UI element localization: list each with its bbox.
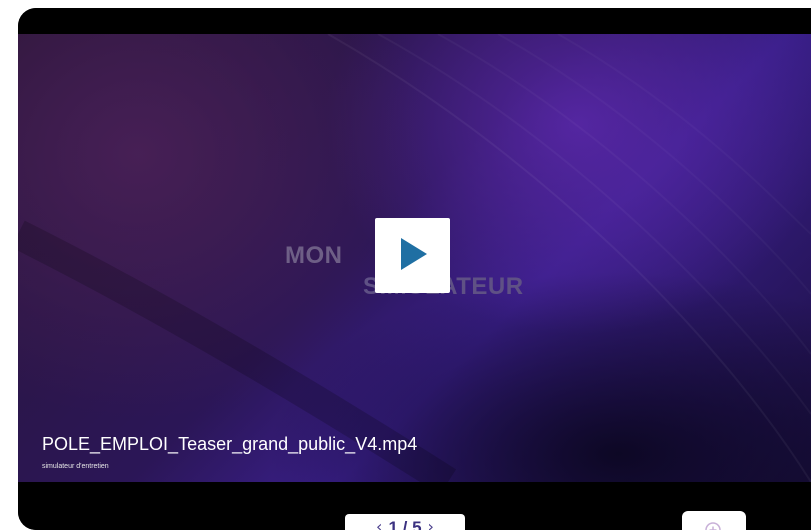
video-filename: POLE_EMPLOI_Teaser_grand_public_V4.mp4 (42, 434, 418, 454)
video-player[interactable]: MON SIMULATEUR POLE_EMPLOI_Teaser_grand_… (18, 34, 811, 482)
pager: ‹ 1 / 5 › (345, 514, 465, 530)
play-icon (401, 238, 427, 270)
viewer-bottom-bar: ‹ 1 / 5 › (18, 482, 811, 530)
viewer-top-bar (18, 8, 811, 34)
zoom-in-icon (705, 522, 721, 530)
zoom-button[interactable] (682, 511, 746, 530)
play-button[interactable] (375, 218, 450, 293)
video-subtitle: simulateur d'entretien (42, 463, 109, 470)
brand-overlay-line1: MON (285, 242, 343, 269)
chevron-left-icon[interactable]: ‹ (376, 519, 382, 530)
chevron-right-icon[interactable]: › (428, 519, 434, 530)
page-counter: 1 / 5 (388, 518, 422, 530)
media-viewer-card: MON SIMULATEUR POLE_EMPLOI_Teaser_grand_… (18, 8, 811, 530)
